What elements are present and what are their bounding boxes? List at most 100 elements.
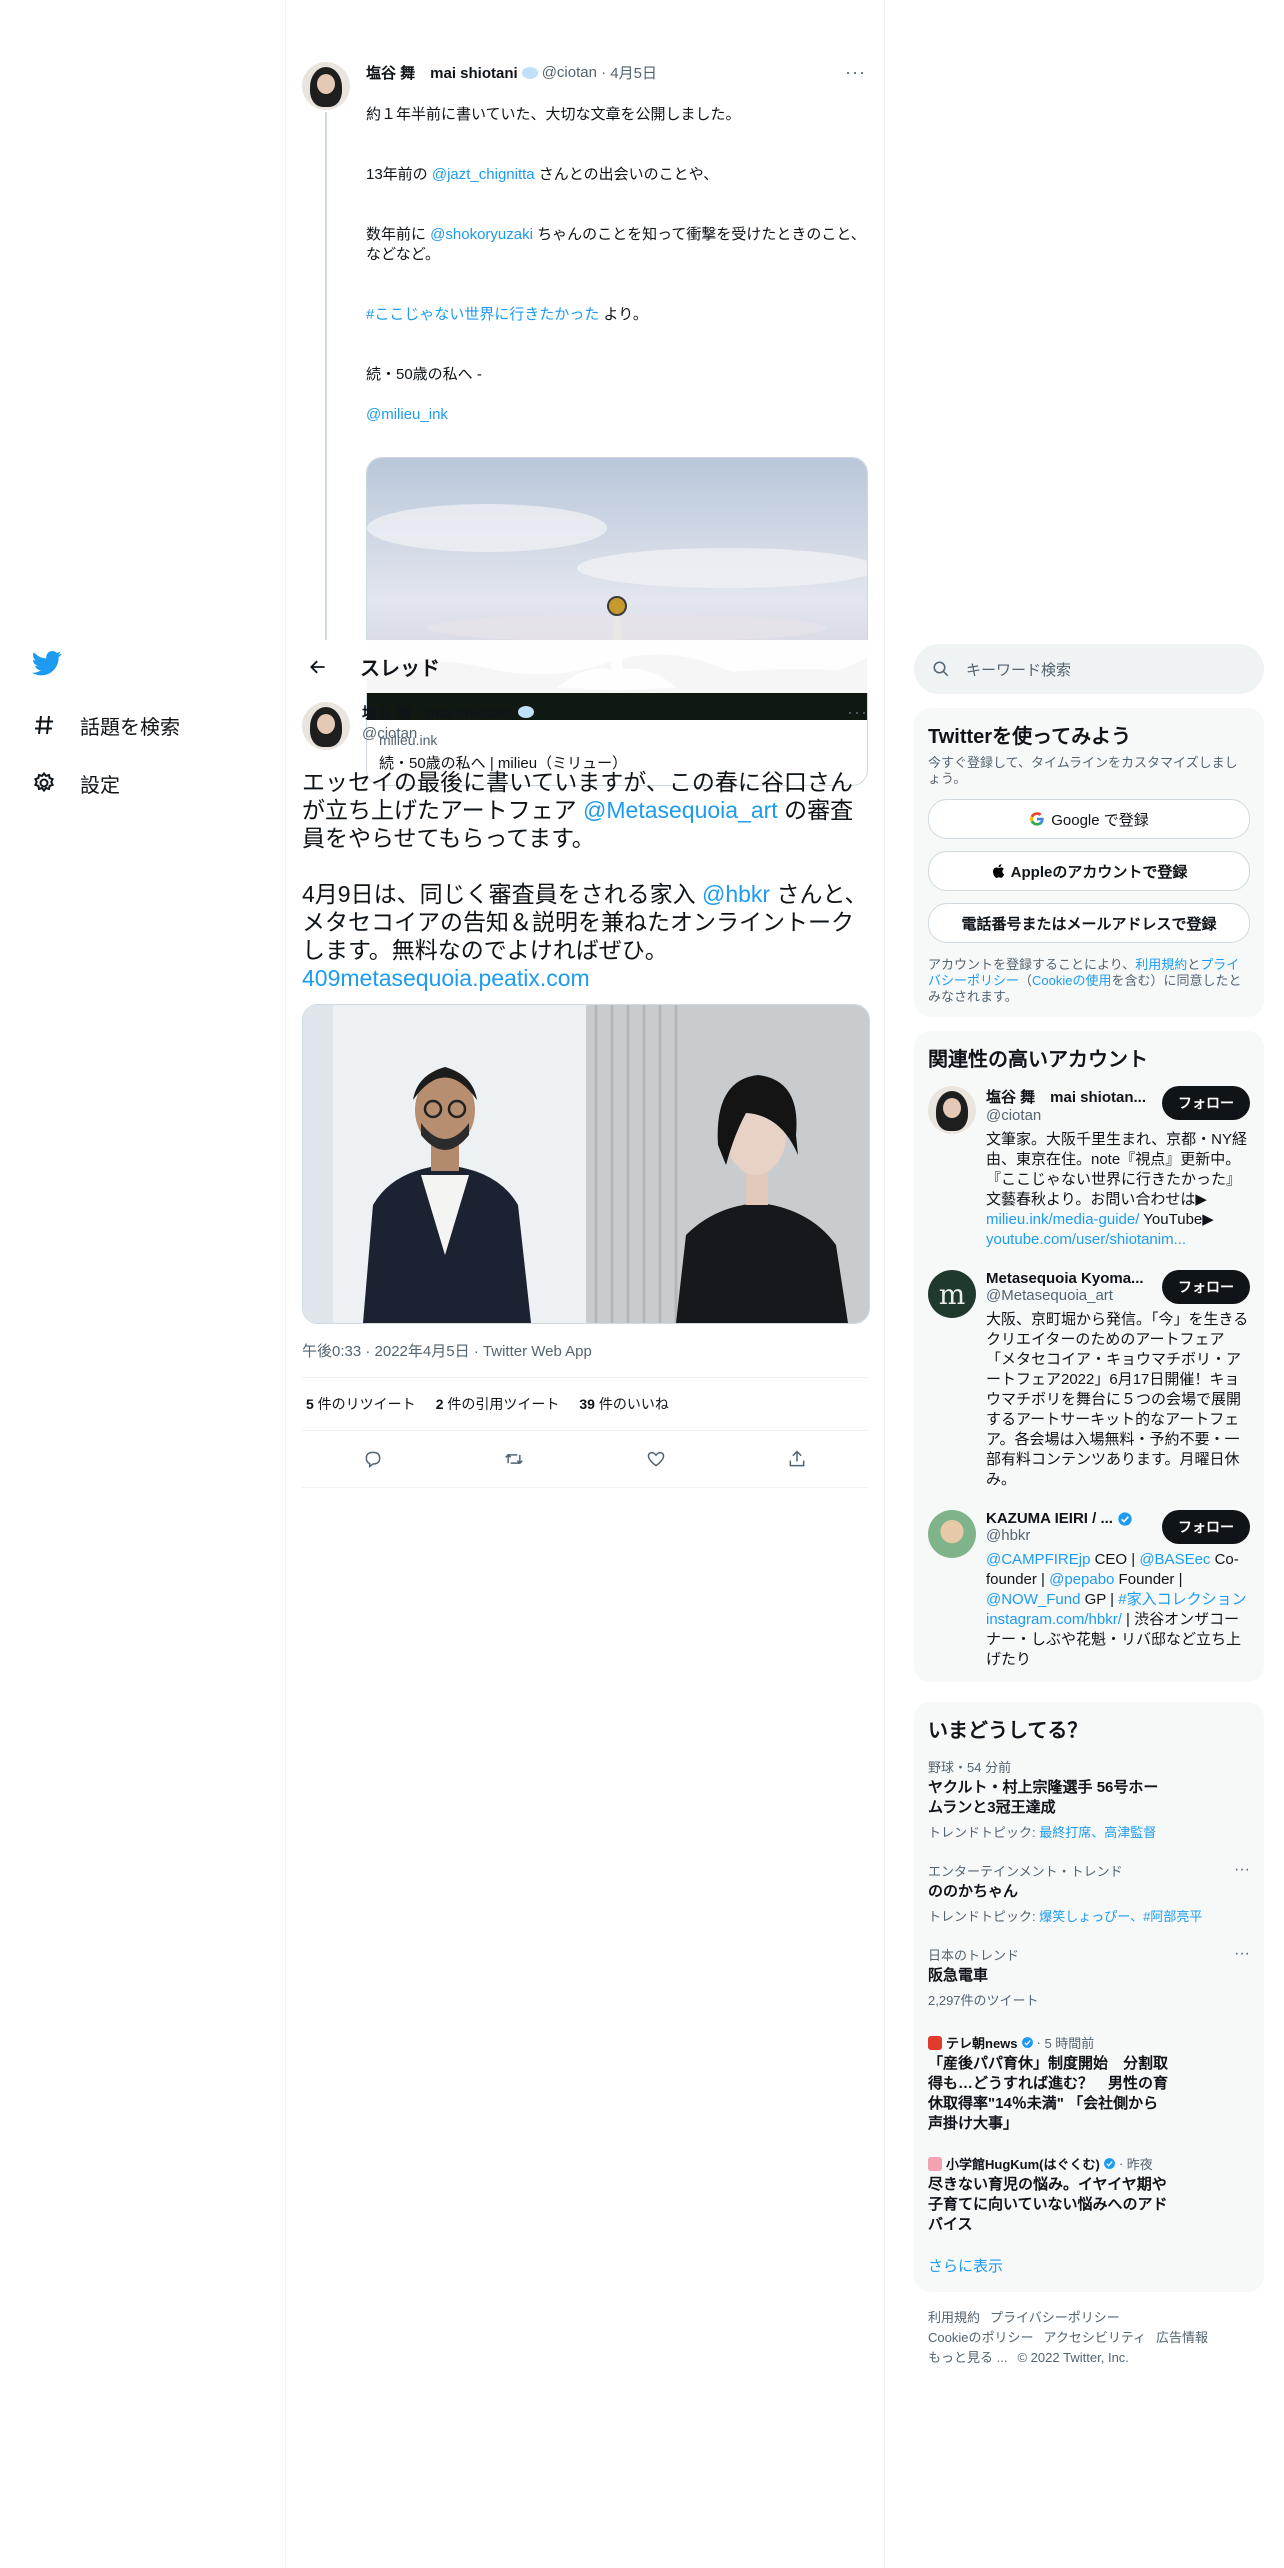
text: （: [1019, 973, 1033, 988]
news-item[interactable]: 小学館HugKum(はぐくむ) · 昨夜 尽きない育児の悩み。イヤイヤ期や子育て…: [928, 2154, 1250, 2235]
source-name: 小学館HugKum(はぐくむ): [946, 2157, 1100, 2172]
mention-link[interactable]: @Metasequoia_art: [583, 797, 778, 823]
url-link[interactable]: youtube.com/user/shiotanim...: [986, 1231, 1186, 1248]
url-link[interactable]: 409metasequoia.peatix.com: [302, 965, 590, 991]
retweet-icon[interactable]: [496, 1441, 532, 1477]
mention-link[interactable]: @CAMPFIREjp: [986, 1551, 1090, 1568]
news-logo-icon: [928, 2156, 942, 2171]
footer-link[interactable]: 利用規約: [928, 2310, 980, 2325]
tweet-photos[interactable]: [302, 1004, 870, 1324]
news-item[interactable]: テレ朝news · 5 時間前 「産後パパ育休」制度開始 分割取得も…どうすれば…: [928, 2033, 1250, 2134]
text: トレンドトピック:: [928, 1909, 1040, 1924]
photo-woman[interactable]: [586, 1005, 869, 1323]
mention-link[interactable]: @pepabo: [1049, 1571, 1114, 1588]
account-name[interactable]: KAZUMA IEIRI / ...: [986, 1510, 1133, 1527]
footer-link[interactable]: もっと見る ...: [928, 2350, 1007, 2365]
author-name[interactable]: 塩谷 舞 mai shiotani: [366, 62, 518, 83]
author-handle[interactable]: @ciotan: [362, 725, 538, 742]
google-signup-button[interactable]: Google で登録: [928, 799, 1250, 839]
apple-signup-button[interactable]: Appleのアカウントで登録: [928, 851, 1250, 891]
trends-panel: いまどうしてる？ 野球・54 分前 ヤクルト・村上宗隆選手 56号ホームランと3…: [914, 1702, 1264, 2292]
verified-check-icon: [1103, 2157, 1116, 2170]
phone-email-signup-button[interactable]: 電話番号またはメールアドレスで登録: [928, 903, 1250, 943]
related-accounts-panel: 関連性の高いアカウント 塩谷 舞 mai shiotan... @ciotan …: [914, 1031, 1264, 1682]
avatar[interactable]: [928, 1086, 976, 1134]
trend-category: エンターテインメント・トレンド: [928, 1864, 1123, 1879]
account-handle[interactable]: @Metasequoia_art: [986, 1287, 1156, 1304]
account-item[interactable]: KAZUMA IEIRI / ... @hbkr フォロー @CAMPFIREj…: [928, 1510, 1250, 1670]
trend-item[interactable]: 日本のトレンド 阪急電車 2,297件のツイート ···: [928, 1945, 1250, 2009]
text: GP |: [1080, 1591, 1119, 1608]
account-name[interactable]: Metasequoia Kyoma...: [986, 1270, 1156, 1287]
follow-button[interactable]: フォロー: [1162, 1510, 1250, 1544]
mention-link[interactable]: @NOW_Fund: [986, 1591, 1080, 1608]
cookie-link[interactable]: Cookieの使用: [1032, 973, 1111, 988]
avatar[interactable]: [302, 62, 350, 110]
tweet-actions: [302, 1431, 868, 1488]
text: アカウントを登録することにより、: [928, 957, 1136, 972]
mention-link[interactable]: @BASEec: [1139, 1551, 1210, 1568]
url-link[interactable]: instagram.com/hbkr/: [986, 1611, 1122, 1628]
sidebar-right: キーワード検索 Twitterを使ってみよう 今すぐ登録して、タイムラインをカス…: [914, 644, 1264, 2368]
tweet-date[interactable]: 4月5日: [610, 62, 657, 83]
avatar[interactable]: [928, 1510, 976, 1558]
more-options-icon[interactable]: ···: [1234, 1861, 1250, 1879]
quote-count[interactable]: 2 件の引用ツイート: [436, 1394, 560, 1414]
search-input[interactable]: キーワード検索: [914, 644, 1264, 694]
hashtag-link[interactable]: #家入コレクション: [1118, 1591, 1246, 1608]
follow-button[interactable]: フォロー: [1162, 1086, 1250, 1120]
like-heart-icon[interactable]: [638, 1441, 674, 1477]
tweet-line: 数年前に @shokoryuzaki ちゃんのことを知って衝撃を受けたときのこと…: [366, 225, 866, 265]
account-item[interactable]: 塩谷 舞 mai shiotan... @ciotan フォロー 文筆家。大阪千…: [928, 1086, 1250, 1250]
timeline-right-border: [884, 0, 885, 2568]
trend-item[interactable]: エンターテインメント・トレンド ののかちゃん トレンドトピック: 爆笑しょっぴー…: [928, 1861, 1250, 1925]
mention-link[interactable]: @hbkr: [702, 881, 770, 907]
footer-link[interactable]: Cookieのポリシー: [928, 2330, 1033, 2345]
stat-label: 件のいいね: [594, 1396, 669, 1412]
more-options-icon[interactable]: ···: [1234, 1945, 1250, 1963]
trend-category: 野球・54 分前: [928, 1760, 1012, 1775]
twitter-logo-icon[interactable]: [30, 648, 68, 686]
terms-link[interactable]: 利用規約: [1135, 957, 1187, 972]
footer-link[interactable]: アクセシビリティ: [1043, 2330, 1146, 2345]
mention-link[interactable]: @jazt_chignitta: [432, 166, 535, 183]
nav-item-settings[interactable]: 設定: [30, 754, 250, 812]
related-title: 関連性の高いアカウント: [928, 1049, 1148, 1071]
trend-category: 日本のトレンド: [928, 1948, 1020, 1963]
news-source: 小学館HugKum(はぐくむ) · 昨夜: [928, 2154, 1250, 2173]
footer-link[interactable]: 広告情報: [1156, 2330, 1208, 2345]
share-icon[interactable]: [779, 1441, 815, 1477]
topic-links[interactable]: 最終打席、高津監督: [1039, 1825, 1156, 1840]
show-more-link[interactable]: さらに表示: [928, 2255, 1250, 2280]
back-arrow-icon[interactable]: [300, 649, 336, 685]
more-options-icon[interactable]: ···: [845, 62, 866, 83]
photo-man[interactable]: [303, 1005, 586, 1323]
avatar[interactable]: [302, 702, 350, 750]
signup-title: Twitterを使ってみよう: [928, 726, 1132, 748]
follow-button[interactable]: フォロー: [1162, 1270, 1250, 1304]
account-name[interactable]: 塩谷 舞 mai shiotan...: [986, 1086, 1156, 1107]
trend-item[interactable]: 野球・54 分前 ヤクルト・村上宗隆選手 56号ホームランと3冠王達成 トレンド…: [928, 1757, 1250, 1841]
tweet-timestamp[interactable]: 午後0:33 · 2022年4月5日 · Twitter Web App: [302, 1340, 868, 1378]
url-link[interactable]: milieu.ink/media-guide/: [986, 1211, 1139, 1228]
more-options-icon[interactable]: ···: [847, 702, 868, 723]
mention-link[interactable]: @shokoryuzaki: [430, 226, 533, 243]
footer-link[interactable]: プライバシーポリシー: [990, 2310, 1120, 2325]
account-handle[interactable]: @hbkr: [986, 1527, 1133, 1544]
mention-link[interactable]: @milieu_ink: [366, 405, 866, 425]
author-handle[interactable]: @ciotan: [542, 64, 597, 81]
reply-icon[interactable]: [355, 1441, 391, 1477]
author-name[interactable]: 塩谷 舞 mai shiotani: [362, 705, 514, 722]
avatar[interactable]: m: [928, 1270, 976, 1318]
stat-number: 5: [306, 1396, 314, 1412]
like-count[interactable]: 39 件のいいね: [579, 1394, 668, 1414]
retweet-count[interactable]: 5 件のリツイート: [306, 1394, 416, 1414]
nav-item-explore[interactable]: 話題を検索: [30, 696, 250, 754]
topic-links[interactable]: 爆笑しょっぴー、#阿部亮平: [1039, 1909, 1202, 1924]
account-handle[interactable]: @ciotan: [986, 1107, 1156, 1124]
stat-number: 39: [579, 1396, 595, 1412]
parent-tweet[interactable]: 塩谷 舞 mai shiotani @ciotan · 4月5日 ··· 約１年…: [302, 62, 868, 786]
verified-check-icon: [1021, 2036, 1034, 2049]
hashtag-link[interactable]: #ここじゃない世界に行きたかった: [366, 306, 599, 323]
account-item[interactable]: m Metasequoia Kyoma... @Metasequoia_art …: [928, 1270, 1250, 1490]
